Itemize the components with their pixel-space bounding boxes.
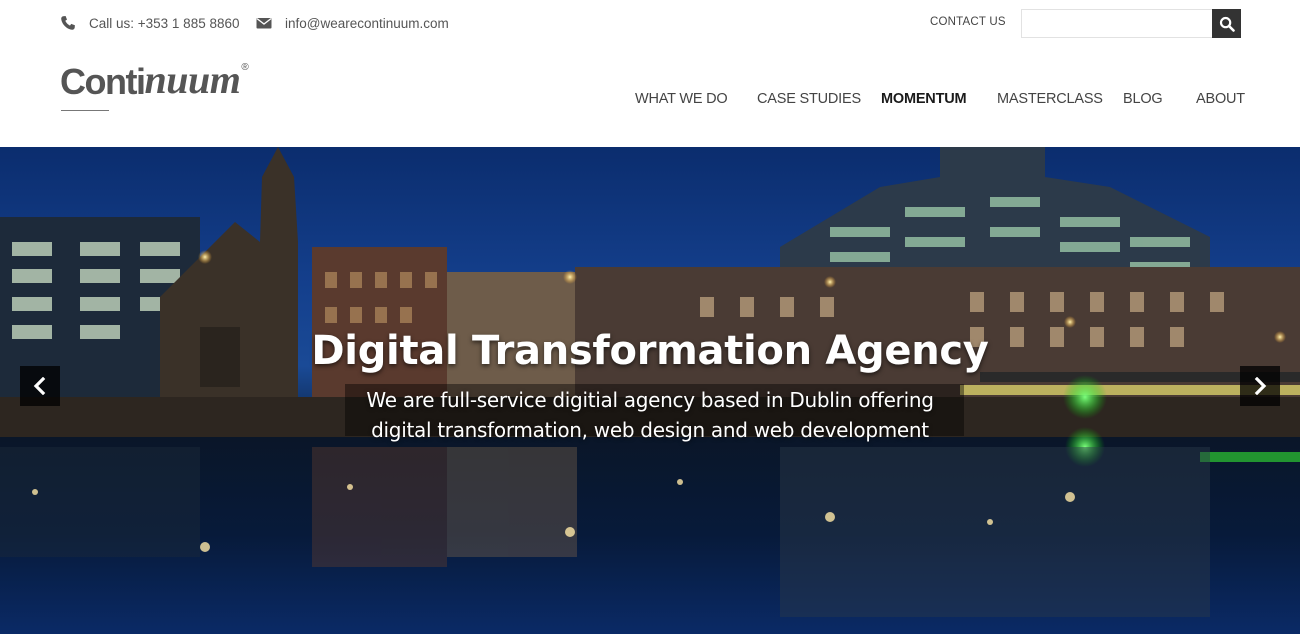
search-input[interactable] (1021, 9, 1213, 38)
slider-next-button[interactable] (1240, 366, 1280, 406)
nav-item-blog[interactable]: BLOG (1123, 91, 1163, 107)
phone-text: Call us: +353 1 885 8860 (89, 15, 240, 31)
hero-subtitle-line-2: digital transformation, web design and w… (371, 418, 929, 442)
top-utility-bar: Call us: +353 1 885 8860 info@weareconti… (0, 0, 1300, 46)
email-text: info@wearecontinuum.com (285, 15, 449, 31)
phone-icon (61, 16, 75, 30)
logo-registered-mark: ® (241, 62, 249, 73)
phone-contact[interactable]: Call us: +353 1 885 8860 (60, 13, 240, 33)
main-navigation: WHAT WE DO CASE STUDIES MOMENTUM MASTERC… (0, 91, 1300, 111)
contact-us-link[interactable]: CONTACT US (930, 16, 1006, 28)
hero-title: Digital Transformation Agency (311, 328, 989, 374)
chevron-right-icon (1254, 377, 1267, 395)
nav-item-what-we-do[interactable]: WHAT WE DO (635, 91, 728, 107)
nav-item-masterclass[interactable]: MASTERCLASS (997, 91, 1103, 107)
hero-slider: Digital Transformation Agency We are ful… (0, 147, 1300, 634)
nav-item-momentum[interactable]: MOMENTUM (881, 91, 967, 107)
email-contact[interactable]: info@wearecontinuum.com (256, 13, 449, 33)
search-icon (1219, 16, 1235, 32)
hero-subtitle: We are full-service digitial agency base… (0, 385, 1300, 445)
nav-item-case-studies[interactable]: CASE STUDIES (757, 91, 861, 107)
slider-prev-button[interactable] (20, 366, 60, 406)
search-button[interactable] (1212, 9, 1241, 38)
chevron-left-icon (33, 377, 46, 395)
hero-subtitle-line-1: We are full-service digitial agency base… (366, 388, 934, 412)
nav-item-about[interactable]: ABOUT (1196, 91, 1245, 107)
envelope-icon (256, 18, 272, 29)
